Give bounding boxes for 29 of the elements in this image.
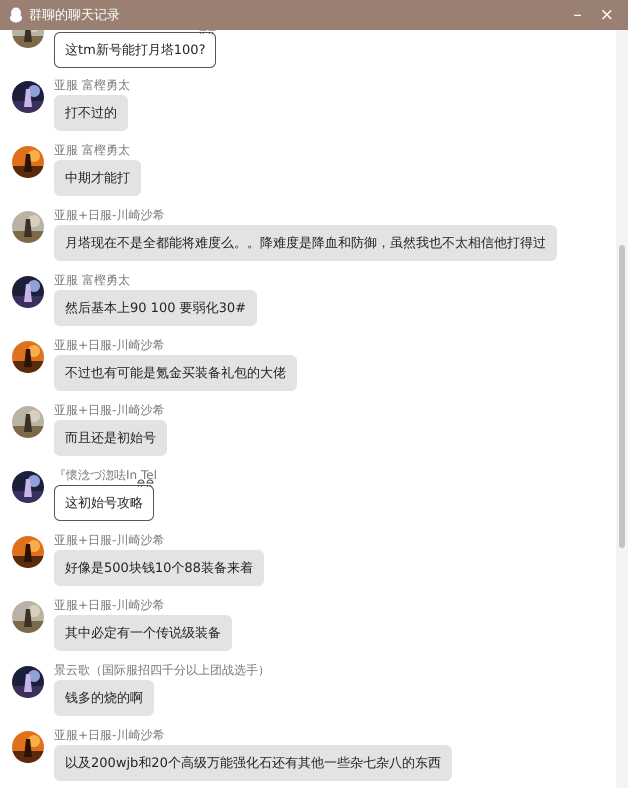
message-bubble: 而且还是初始号 [54,420,167,456]
message-bubble: 然后基本上90 100 要弱化30# [54,290,258,326]
penguin-icon [9,7,23,23]
sender-name: 亚服+日服-川崎沙希 [54,727,164,743]
sender-name: 亚服+日服-川崎沙希 [54,597,164,613]
cloud-icon [136,478,156,488]
sender-name: 亚服 富樫勇太 [54,272,130,288]
sender-name: 『懷淰づ淴呿In Tel [54,467,157,483]
sender-name: 亚服+日服-川崎沙希 [54,207,164,223]
close-button[interactable]: × [594,5,620,25]
minimize-button[interactable]: – [567,5,588,25]
window-title: 群聊的聊天记录 [29,7,120,24]
message-bubble: 这tm新号能打月塔100? [54,32,216,68]
message-bubble: 中期才能打 [54,160,141,196]
message-bubble: 不过也有可能是氪金买装备礼包的大佬 [54,355,297,391]
message-bubble: 钱多的烧的啊 [54,680,154,716]
scrollbar-thumb[interactable] [619,245,625,548]
sender-name: 亚服+日服-川崎沙希 [54,532,164,548]
scrollbar[interactable] [616,30,628,788]
sender-name: 亚服 富樫勇太 [54,77,130,93]
sender-name: 景云歌（国际服招四千分以上团战选手） [54,662,270,678]
sender-name: 亚服+日服-川崎沙希 [54,402,164,418]
message-bubble: 打不过的 [54,95,128,131]
sender-name: 亚服 富樫勇太 [54,142,130,158]
sender-name: 亚服+日服-川崎沙希 [54,337,164,353]
message-bubble: 以及200wjb和20个高级万能强化石还有其他一些杂七杂八的东西 [54,745,452,781]
message-bubble: 其中必定有一个传说级装备 [54,615,232,651]
message-bubble: 好像是500块钱10个88装备来着 [54,550,264,586]
message-bubble: 月塔现在不是全都能将难度么。。降难度是降血和防御，虽然我也不太相信他打得过 [54,225,557,261]
